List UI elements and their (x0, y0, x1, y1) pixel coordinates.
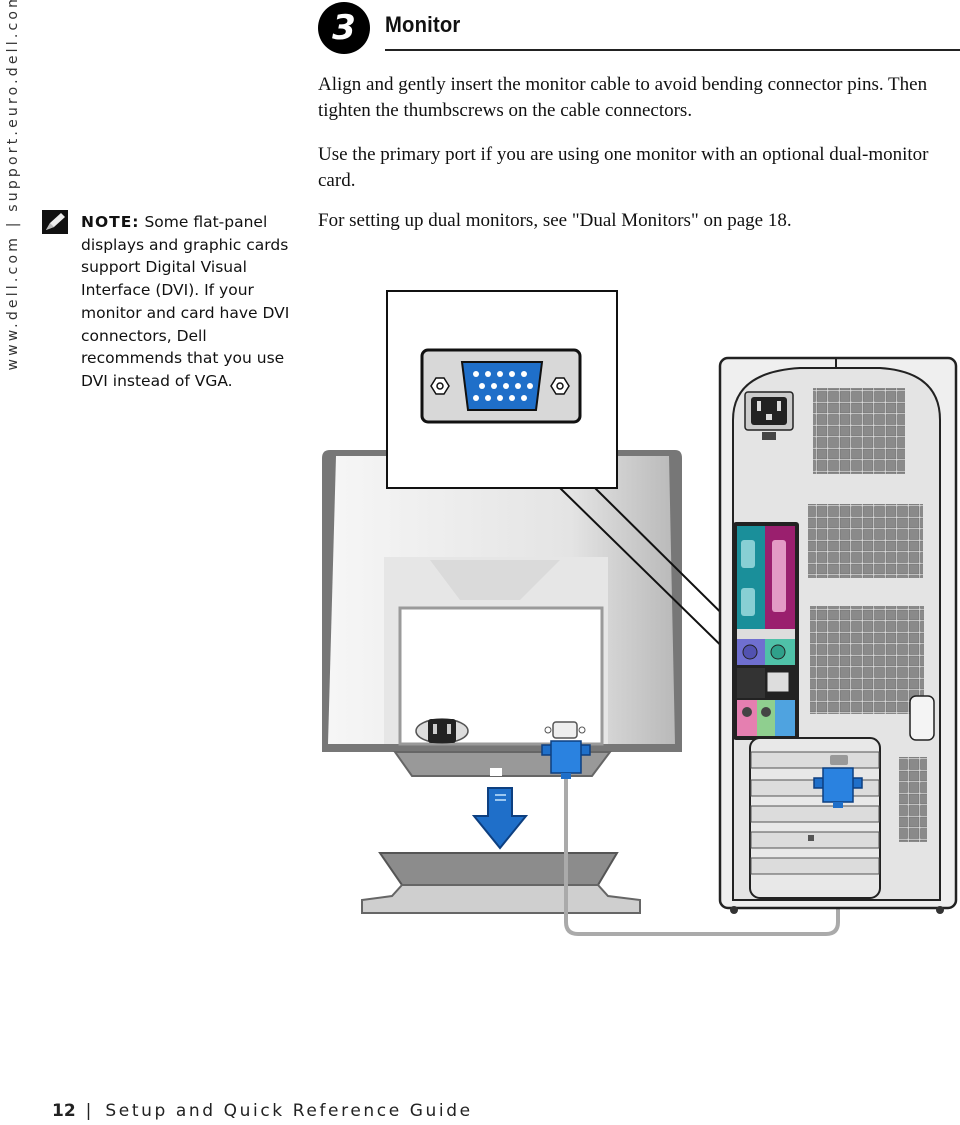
tower-io-panel (733, 522, 799, 740)
vga-port-callout (386, 290, 618, 489)
page-footer: 12 | Setup and Quick Reference Guide (52, 1101, 473, 1121)
power-switch-icon (909, 695, 935, 741)
monitor-back (322, 450, 682, 777)
monitor-stand (361, 852, 641, 914)
monitor-power-port (415, 718, 469, 744)
monitor-connection-illustration (322, 290, 958, 936)
page-number: 12 (52, 1101, 76, 1121)
tower-card-slots (749, 737, 881, 899)
guide-title: Setup and Quick Reference Guide (105, 1101, 473, 1121)
down-arrow-icon (471, 787, 529, 850)
footer-separator: | (85, 1101, 92, 1121)
computer-tower-back (718, 356, 958, 914)
